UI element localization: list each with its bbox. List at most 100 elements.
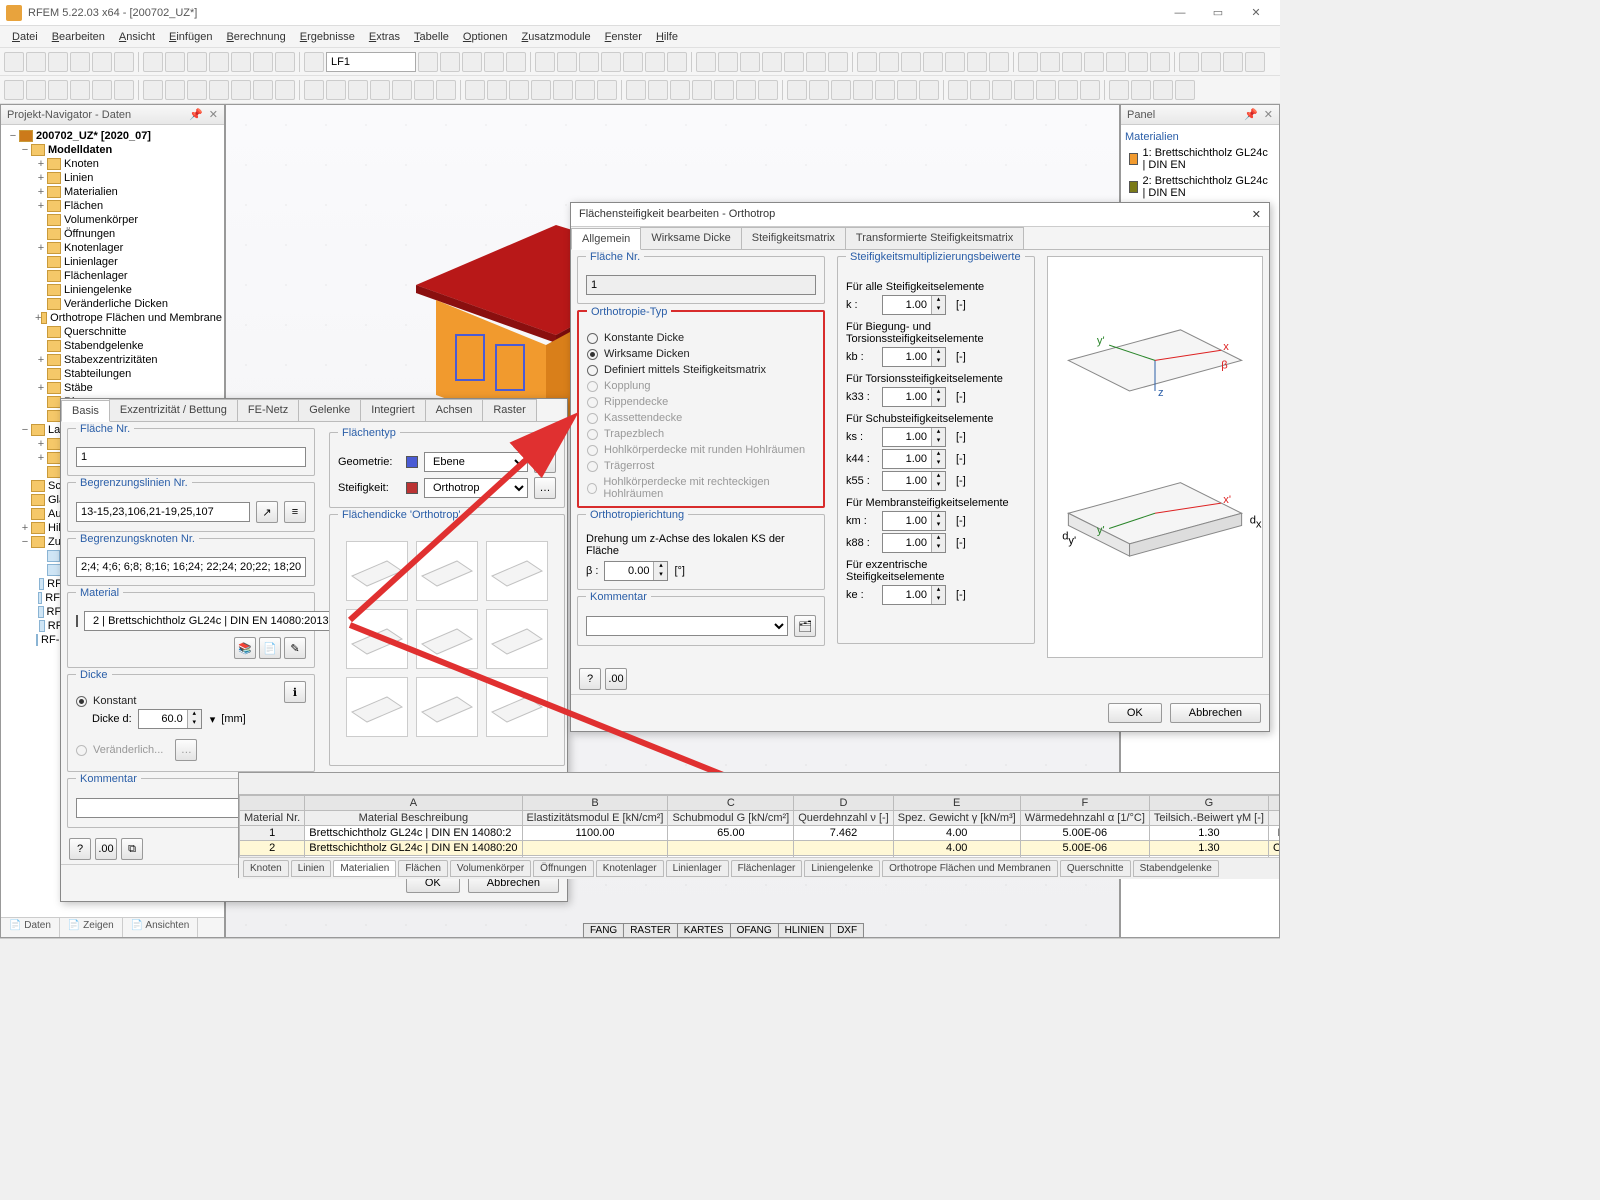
table-toolbar-button[interactable] bbox=[323, 775, 341, 793]
toolbar-button[interactable] bbox=[1036, 80, 1056, 100]
tab[interactable]: Exzentrizität / Bettung bbox=[109, 399, 238, 421]
materials-table[interactable]: ABCDEFGH Material Nr.Material Beschreibu… bbox=[239, 795, 1279, 857]
toolbar-button[interactable] bbox=[718, 52, 738, 72]
table-tab[interactable]: Querschnitte bbox=[1060, 860, 1131, 877]
list-icon[interactable]: ≡ bbox=[284, 501, 306, 523]
toolbar-button[interactable] bbox=[70, 80, 90, 100]
toolbar-button[interactable] bbox=[275, 52, 295, 72]
close-panel-icon[interactable]: ✕ bbox=[1264, 108, 1273, 121]
toolbar-button[interactable] bbox=[736, 80, 756, 100]
toolbar-button[interactable] bbox=[1109, 80, 1129, 100]
menu-einfügen[interactable]: Einfügen bbox=[163, 29, 218, 45]
toolbar-button[interactable] bbox=[92, 52, 112, 72]
toolbar-button[interactable] bbox=[809, 80, 829, 100]
table-toolbar-button[interactable] bbox=[523, 775, 541, 793]
menu-optionen[interactable]: Optionen bbox=[457, 29, 514, 45]
orthotropy-option[interactable]: Definiert mittels Steifigkeitsmatrix bbox=[587, 362, 815, 378]
toolbar-button[interactable] bbox=[440, 52, 460, 72]
tree-item[interactable]: Flächenlager bbox=[3, 269, 222, 283]
toolbar-button[interactable] bbox=[304, 52, 324, 72]
tree-item[interactable]: Querschnitte bbox=[3, 325, 222, 339]
toolbar-button[interactable] bbox=[370, 80, 390, 100]
toolbar-button[interactable] bbox=[1040, 52, 1060, 72]
table-tab[interactable]: Flächen bbox=[398, 860, 448, 877]
toolbar-button[interactable] bbox=[143, 52, 163, 72]
toolbar-button[interactable] bbox=[623, 52, 643, 72]
toolbar-button[interactable] bbox=[692, 80, 712, 100]
toolbar-button[interactable] bbox=[392, 80, 412, 100]
table-tab[interactable]: Öffnungen bbox=[533, 860, 594, 877]
toolbar-button[interactable] bbox=[1201, 52, 1221, 72]
material-select[interactable]: 2 | Brettschichtholz GL24c | DIN EN 1408… bbox=[84, 611, 366, 631]
toolbar-button[interactable] bbox=[465, 80, 485, 100]
toolbar-button[interactable] bbox=[901, 52, 921, 72]
toolbar-button[interactable] bbox=[897, 80, 917, 100]
toolbar-button[interactable] bbox=[418, 52, 438, 72]
toolbar-button[interactable] bbox=[967, 52, 987, 72]
thumbnail[interactable] bbox=[416, 609, 478, 669]
beta-input[interactable] bbox=[605, 565, 653, 577]
toolbar-button[interactable] bbox=[740, 52, 760, 72]
toolbar-button[interactable] bbox=[165, 52, 185, 72]
snap-toggle[interactable]: DXF bbox=[830, 923, 864, 938]
menu-zusatzmodule[interactable]: Zusatzmodule bbox=[516, 29, 597, 45]
toolbar-button[interactable] bbox=[70, 52, 90, 72]
tab[interactable]: Achsen bbox=[425, 399, 484, 421]
geometry-edit-icon[interactable]: … bbox=[534, 451, 556, 473]
material-item[interactable]: 2: Brettschichtholz GL24c | DIN EN bbox=[1125, 173, 1275, 201]
table-tab[interactable]: Stabendgelenke bbox=[1133, 860, 1219, 877]
table-toolbar-button[interactable] bbox=[303, 775, 321, 793]
thickness-input[interactable] bbox=[139, 713, 187, 725]
toolbar-button[interactable] bbox=[948, 80, 968, 100]
toolbar-button[interactable] bbox=[436, 80, 456, 100]
toolbar-button[interactable] bbox=[919, 80, 939, 100]
tab[interactable]: Transformierte Steifigkeitsmatrix bbox=[845, 227, 1024, 249]
table-tab[interactable]: Linien bbox=[291, 860, 332, 877]
toolbar-button[interactable] bbox=[1175, 80, 1195, 100]
toolbar-button[interactable] bbox=[787, 80, 807, 100]
toolbar-button[interactable] bbox=[696, 52, 716, 72]
material-item[interactable]: 1: Brettschichtholz GL24c | DIN EN bbox=[1125, 145, 1275, 173]
tree-item[interactable]: +Stäbe bbox=[3, 381, 222, 395]
table-toolbar-button[interactable] bbox=[623, 775, 641, 793]
toolbar-button[interactable] bbox=[326, 80, 346, 100]
toolbar-button[interactable] bbox=[758, 80, 778, 100]
menu-berechnung[interactable]: Berechnung bbox=[220, 29, 291, 45]
table-toolbar-button[interactable] bbox=[363, 775, 381, 793]
tab[interactable]: Basis bbox=[61, 400, 110, 422]
table-tab[interactable]: Linienlager bbox=[666, 860, 729, 877]
toolbar-button[interactable] bbox=[209, 80, 229, 100]
toolbar-button[interactable] bbox=[48, 52, 68, 72]
toolbar-button[interactable] bbox=[414, 80, 434, 100]
nav-tab[interactable]: 📄 Daten bbox=[1, 918, 60, 937]
close-button[interactable]: ✕ bbox=[1238, 2, 1274, 24]
navigator-tabs[interactable]: 📄 Daten📄 Zeigen📄 Ansichten bbox=[1, 917, 224, 937]
toolbar-button[interactable] bbox=[187, 52, 207, 72]
table-toolbar-button[interactable] bbox=[243, 775, 261, 793]
info-icon[interactable]: ℹ bbox=[284, 681, 306, 703]
toolbar-button[interactable] bbox=[114, 80, 134, 100]
toolbar-button[interactable] bbox=[857, 52, 877, 72]
thumbnail[interactable] bbox=[346, 541, 408, 601]
toolbar-button[interactable] bbox=[1014, 80, 1034, 100]
snap-toggle[interactable]: HLINIEN bbox=[778, 923, 831, 938]
tree-item[interactable]: Öffnungen bbox=[3, 227, 222, 241]
table-toolbar-button[interactable] bbox=[423, 775, 441, 793]
toolbar-button[interactable] bbox=[231, 52, 251, 72]
close-icon[interactable]: ✕ bbox=[1252, 208, 1261, 221]
table-toolbar-button[interactable] bbox=[263, 775, 281, 793]
close-panel-icon[interactable]: ✕ bbox=[209, 108, 218, 121]
tree-item[interactable]: Veränderliche Dicken bbox=[3, 297, 222, 311]
k-input[interactable] bbox=[883, 589, 931, 601]
k-input[interactable] bbox=[883, 351, 931, 363]
menu-fenster[interactable]: Fenster bbox=[599, 29, 648, 45]
k-input[interactable] bbox=[883, 515, 931, 527]
menu-ergebnisse[interactable]: Ergebnisse bbox=[294, 29, 361, 45]
table-toolbar-button[interactable] bbox=[503, 775, 521, 793]
tree-item[interactable]: +Orthotrope Flächen und Membrane bbox=[3, 311, 222, 325]
tree-item[interactable]: Stabendgelenke bbox=[3, 339, 222, 353]
table-toolbar-button[interactable] bbox=[603, 775, 621, 793]
tree-item[interactable]: Stabteilungen bbox=[3, 367, 222, 381]
table-toolbar-button[interactable] bbox=[403, 775, 421, 793]
toolbar-button[interactable] bbox=[645, 52, 665, 72]
